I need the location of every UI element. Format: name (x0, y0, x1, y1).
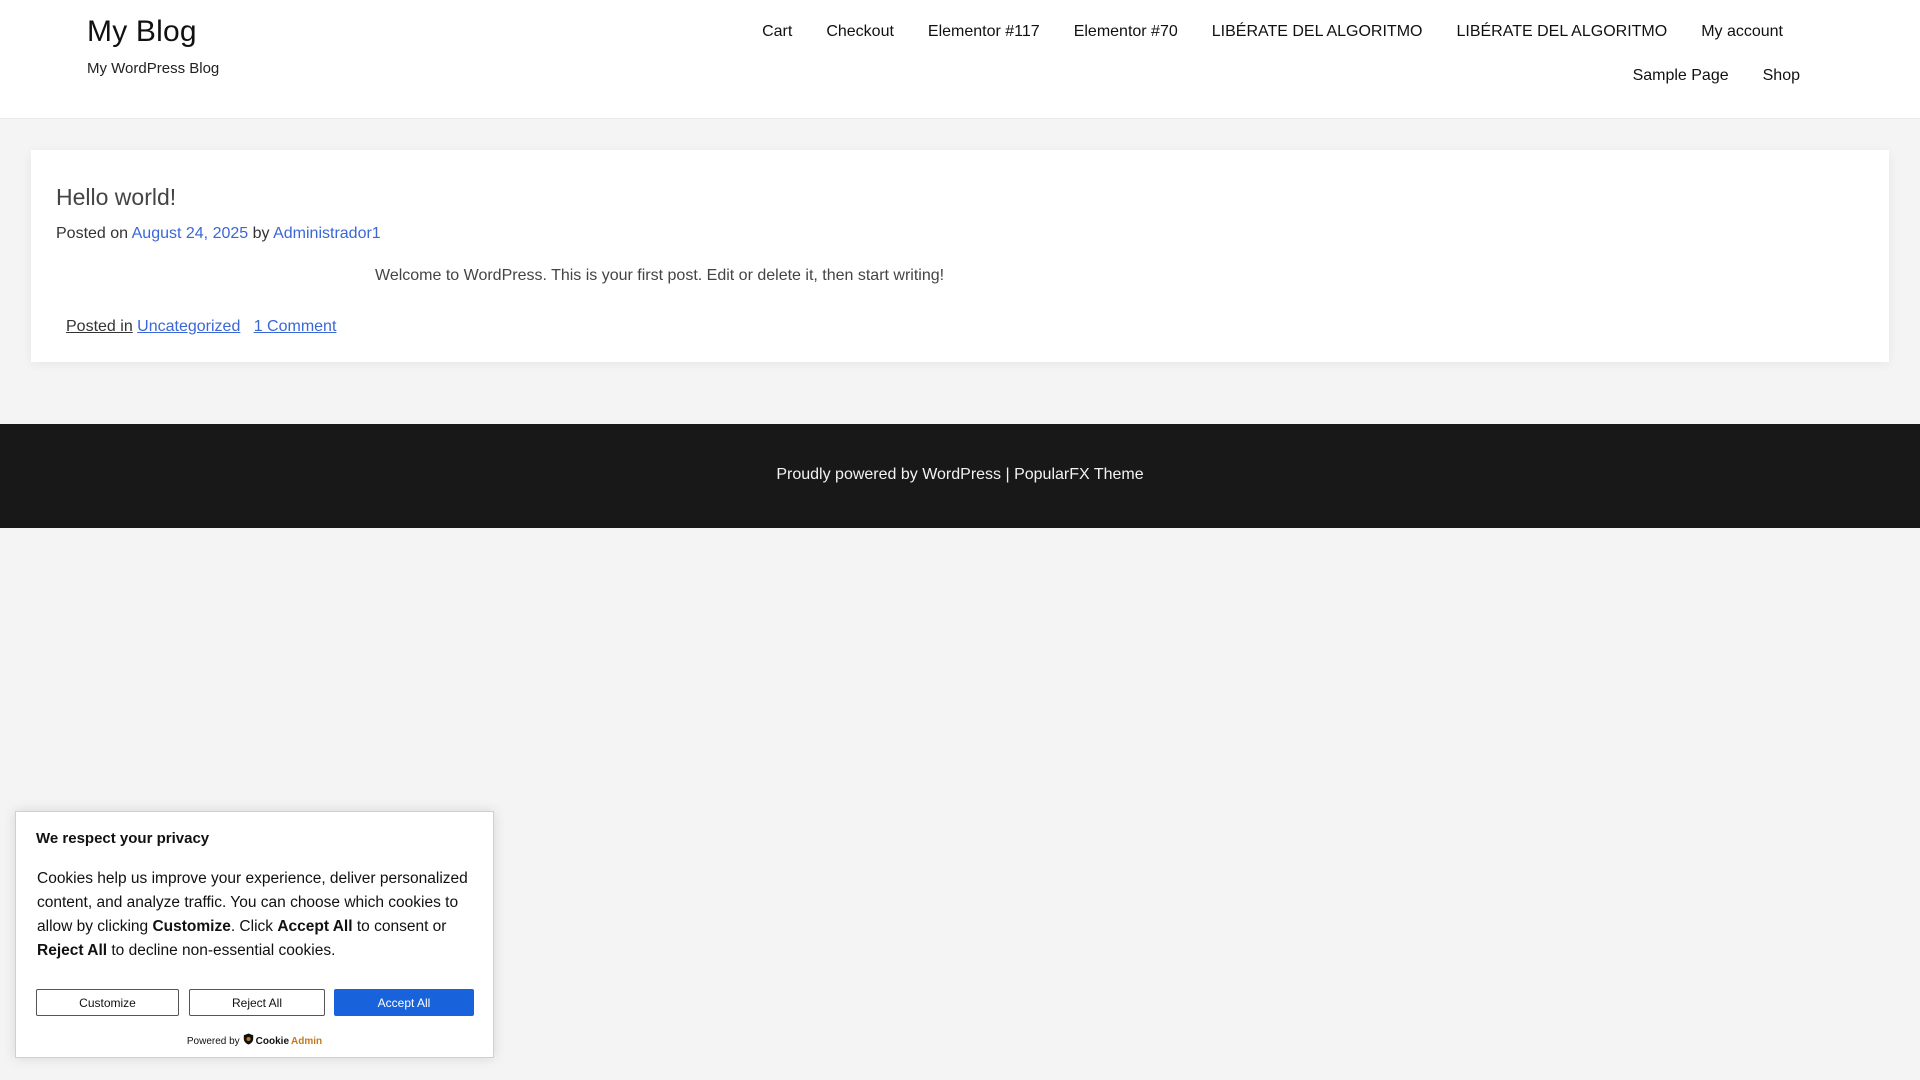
cookie-banner-title: We respect your privacy (36, 830, 210, 847)
brand-admin-text: Admin (291, 1035, 323, 1047)
cookieadmin-logo[interactable]: Cookie Admin (243, 1033, 322, 1050)
site-title[interactable]: My Blog (87, 13, 219, 51)
post-footer: Posted in Uncategorized 1 Comment (66, 316, 336, 338)
customize-button[interactable]: Customize (36, 989, 179, 1016)
cookie-consent-banner: We respect your privacy Cookies help us … (15, 811, 494, 1058)
powered-by-label: Powered by (186, 1035, 240, 1047)
nav-item-elementor-117[interactable]: Elementor #117 (911, 20, 1057, 44)
post-author-link[interactable]: Administrador1 (273, 225, 381, 242)
nav-item-checkout[interactable]: Checkout (809, 20, 911, 44)
site-branding: My Blog My WordPress Blog (87, 13, 219, 78)
post-card: Hello world! Posted on August 24, 2025 b… (31, 150, 1889, 362)
main-navigation: Cart Checkout Elementor #117 Elementor #… (640, 20, 1800, 88)
site-description: My WordPress Blog (87, 60, 220, 77)
nav-item-liberate-1[interactable]: LIBÉRATE DEL ALGORITMO (1195, 20, 1440, 44)
category-link[interactable]: Uncategorized (137, 318, 240, 335)
accept-all-button[interactable]: Accept All (334, 989, 474, 1016)
reject-all-button[interactable]: Reject All (189, 989, 325, 1016)
footer-credit[interactable]: Proudly powered by WordPress | PopularFX… (0, 464, 1920, 486)
brand-cookie-text: Cookie (255, 1035, 290, 1047)
post-title[interactable]: Hello world! (56, 182, 176, 212)
post-date-link[interactable]: August 24, 2025 (132, 225, 249, 242)
posted-in-label: Posted in (66, 318, 133, 335)
comments-link[interactable]: 1 Comment (254, 318, 337, 335)
site-footer: Proudly powered by WordPress | PopularFX… (0, 424, 1920, 528)
cookie-text-part-3: to consent or (352, 918, 447, 935)
post-content: Welcome to WordPress. This is your first… (375, 267, 945, 284)
powered-by: Powered by Cookie Admin (16, 1033, 493, 1050)
post-meta: Posted on August 24, 2025 by Administrad… (56, 223, 381, 245)
nav-item-sample-page[interactable]: Sample Page (1616, 64, 1746, 88)
cookie-text-reject: Reject All (37, 942, 108, 959)
nav-item-shop[interactable]: Shop (1746, 64, 1800, 88)
cookie-text-accept: Accept All (277, 918, 353, 935)
nav-item-cart[interactable]: Cart (745, 20, 809, 44)
post-meta-by: by (252, 225, 270, 242)
cookie-text-part-2: . Click (230, 918, 278, 935)
cookie-text-customize: Customize (152, 918, 231, 935)
site-header: My Blog My WordPress Blog Cart Checkout … (0, 0, 1920, 119)
nav-item-elementor-70[interactable]: Elementor #70 (1057, 20, 1195, 44)
cookie-text-part-4: to decline non-essential cookies. (107, 942, 336, 959)
cookie-banner-text: Cookies help us improve your experience,… (37, 867, 477, 963)
nav-item-liberate-2[interactable]: LIBÉRATE DEL ALGORITMO (1439, 20, 1684, 44)
post-meta-prefix: Posted on (56, 225, 129, 242)
shield-icon (243, 1033, 254, 1050)
nav-item-my-account[interactable]: My account (1684, 20, 1800, 44)
